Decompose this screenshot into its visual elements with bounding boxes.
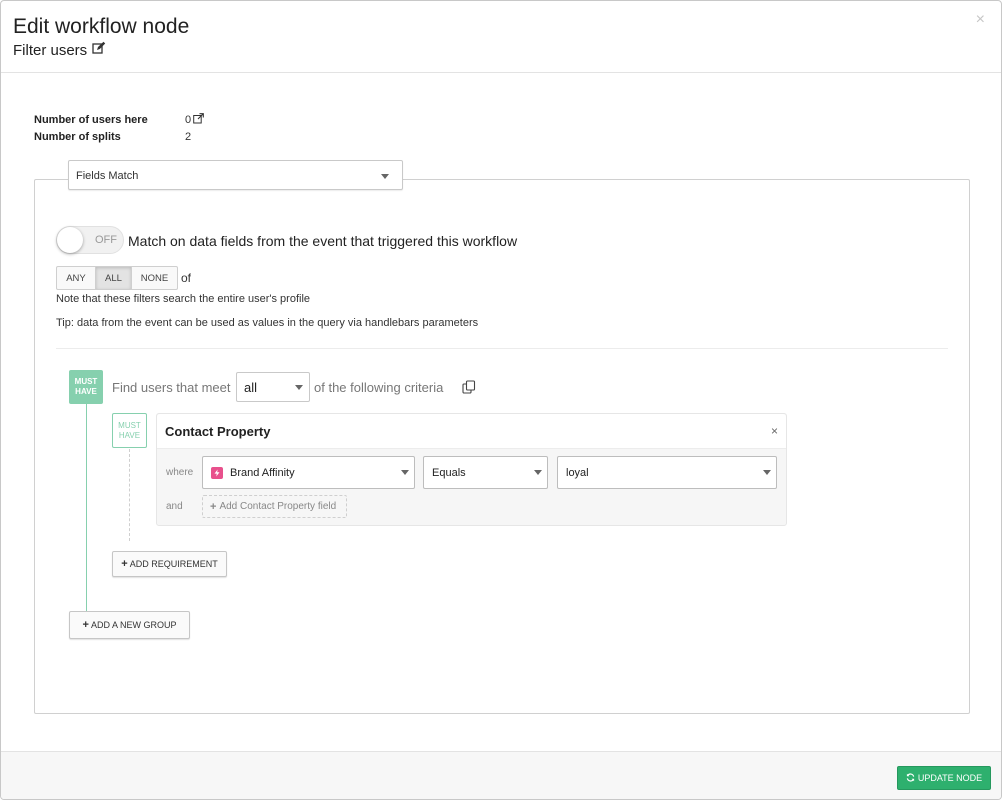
section-divider xyxy=(56,348,948,349)
node-stats: Number of users here 0 Number of splits … xyxy=(34,111,204,145)
update-node-button[interactable]: UPDATE NODE xyxy=(897,766,991,790)
update-node-label: UPDATE NODE xyxy=(917,773,983,783)
add-group-label: ADD A NEW GROUP xyxy=(90,620,177,630)
toggle-description: Match on data fields from the event that… xyxy=(128,233,518,249)
chevron-down-icon xyxy=(295,385,303,390)
property-type-icon xyxy=(211,466,223,479)
remove-requirement-icon[interactable]: × xyxy=(771,424,778,438)
add-requirement-button[interactable]: + ADD REQUIREMENT xyxy=(112,551,227,577)
add-field-label: Add Contact Property field xyxy=(219,501,337,512)
plus-icon: + xyxy=(82,619,89,631)
requirement-card-header: Contact Property × xyxy=(157,414,786,449)
match-any-button[interactable]: ANY xyxy=(56,266,96,290)
and-label: and xyxy=(166,501,183,512)
edit-node-modal: Edit workflow node Filter users × Number… xyxy=(0,0,1002,800)
chevron-down-icon xyxy=(381,174,389,179)
modal-title: Edit workflow node xyxy=(13,15,190,38)
node-name: Filter users xyxy=(13,41,106,59)
splits-count-value: 2 xyxy=(185,130,192,143)
chevron-down-icon xyxy=(401,470,409,475)
group-connector-line xyxy=(86,404,87,611)
where-label: where xyxy=(166,467,194,478)
value-select[interactable]: loyal xyxy=(557,456,777,489)
group-must-have-badge[interactable]: MUST HAVE xyxy=(69,370,103,404)
value-text: loyal xyxy=(566,466,589,479)
operator-value: Equals xyxy=(432,466,466,479)
match-none-button[interactable]: NONE xyxy=(131,266,178,290)
requirement-card: Contact Property × where Brand Affinity … xyxy=(156,413,787,526)
node-name-text: Filter users xyxy=(13,41,88,59)
modal-footer: UPDATE NODE xyxy=(1,751,1001,799)
add-requirement-label: ADD REQUIREMENT xyxy=(129,559,218,569)
plus-icon: + xyxy=(121,558,128,570)
requirement-title: Contact Property xyxy=(165,424,271,439)
property-value: Brand Affinity xyxy=(230,466,295,479)
plus-icon: + xyxy=(210,500,217,513)
users-count-value: 0 xyxy=(185,112,204,127)
find-users-suffix: of the following criteria xyxy=(314,380,444,395)
edit-icon[interactable] xyxy=(92,41,106,59)
toggle-state: OFF xyxy=(95,234,117,246)
profile-note: Note that these filters search the entir… xyxy=(56,293,311,305)
add-group-button[interactable]: + ADD A NEW GROUP xyxy=(69,611,190,639)
external-link-icon[interactable] xyxy=(193,112,204,127)
requirement-must-have-badge[interactable]: MUST HAVE xyxy=(112,413,147,448)
filter-type-value: Fields Match xyxy=(76,170,139,182)
property-select[interactable]: Brand Affinity xyxy=(202,456,415,489)
group-match-value: all xyxy=(244,380,258,395)
match-mode-selector: ANY ALL NONE xyxy=(56,266,178,290)
modal-header: Edit workflow node Filter users × xyxy=(1,1,1001,73)
users-count-label: Number of users here xyxy=(34,113,148,126)
toggle-knob xyxy=(57,227,83,253)
add-contact-property-field-button[interactable]: + Add Contact Property field xyxy=(202,495,347,518)
operator-select[interactable]: Equals xyxy=(423,456,548,489)
chevron-down-icon xyxy=(534,470,542,475)
group-match-select[interactable]: all xyxy=(236,372,310,402)
copy-group-icon[interactable] xyxy=(462,380,476,399)
event-fields-toggle[interactable]: OFF xyxy=(56,226,124,254)
match-all-button[interactable]: ALL xyxy=(95,266,132,290)
match-mode-suffix: of xyxy=(181,271,192,285)
refresh-icon xyxy=(906,772,915,784)
requirement-connector-line xyxy=(129,449,130,541)
users-count-number: 0 xyxy=(185,113,192,126)
close-icon[interactable]: × xyxy=(976,11,985,29)
find-users-prefix: Find users that meet xyxy=(112,380,231,395)
filter-type-select[interactable]: Fields Match xyxy=(68,160,403,190)
chevron-down-icon xyxy=(763,470,771,475)
splits-count-label: Number of splits xyxy=(34,130,121,143)
handlebars-tip: Tip: data from the event can be used as … xyxy=(56,317,479,329)
